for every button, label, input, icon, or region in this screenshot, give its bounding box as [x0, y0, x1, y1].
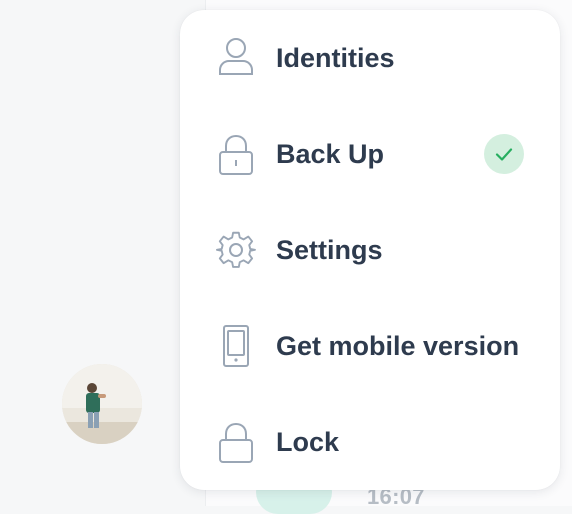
menu-item-identities[interactable]: Identities [180, 10, 560, 106]
menu-item-label: Identities [276, 43, 395, 73]
mobile-phone-icon [216, 324, 256, 368]
menu-item-label: Get mobile version [276, 331, 520, 361]
menu-item-settings[interactable]: Settings [180, 202, 560, 298]
avatar[interactable] [62, 364, 142, 444]
menu-item-mobile[interactable]: Get mobile version [180, 298, 560, 394]
backup-status-badge [484, 134, 524, 174]
gear-icon [216, 228, 256, 272]
avatar-photo [62, 364, 142, 444]
menu-item-backup[interactable]: Back Up [180, 106, 560, 202]
menu-item-label: Settings [276, 235, 383, 265]
conversation-sidebar [0, 0, 206, 506]
menu-item-label: Lock [276, 427, 340, 457]
padlock-icon [216, 132, 256, 176]
check-icon [495, 148, 513, 161]
account-menu: Identities Back Up Settings Get mobile v… [180, 10, 560, 490]
lock-icon [216, 420, 256, 464]
menu-item-lock[interactable]: Lock [180, 394, 560, 490]
menu-item-label: Back Up [276, 139, 385, 169]
user-icon [216, 36, 256, 80]
